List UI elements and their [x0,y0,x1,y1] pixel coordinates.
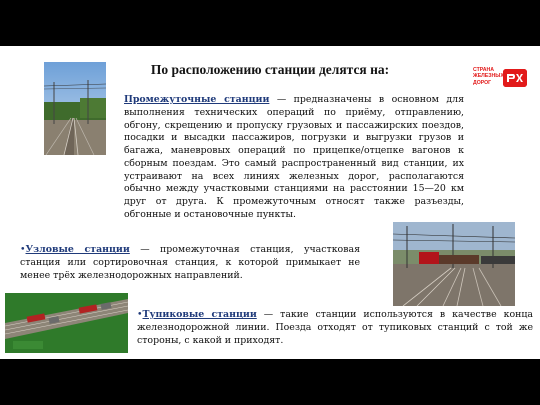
rzd-emblem-icon [503,69,527,87]
terminal-stations-text: •Тупиковые станции — такие станции испол… [137,309,533,347]
intermediate-stations-term: Промежуточные станции [124,94,270,105]
logo-slogan: СТРАНА ЖЕЛЕЗНЫХ ДОРОГ [473,67,504,86]
top-letterbox [0,0,540,46]
terminal-stations-term: Тупиковые станции [142,309,257,320]
railway-junction-station-photo [393,222,515,306]
bottom-letterbox [0,359,540,405]
railway-intermediate-station-photo [44,62,106,155]
intermediate-stations-text: Промежуточные станции — предназначены в … [124,94,464,222]
railway-terminal-station-scheme [5,293,128,353]
intermediate-stations-body: — предназначены в основном для выполнени… [124,94,464,220]
rzd-logo: СТРАНА ЖЕЛЕЗНЫХ ДОРОГ [473,67,533,91]
junction-stations-text: •Узловые станции — промежуточная станция… [20,244,360,282]
slide: По расположению станции делятся на: СТРА… [0,0,540,405]
junction-stations-term: Узловые станции [25,244,130,255]
